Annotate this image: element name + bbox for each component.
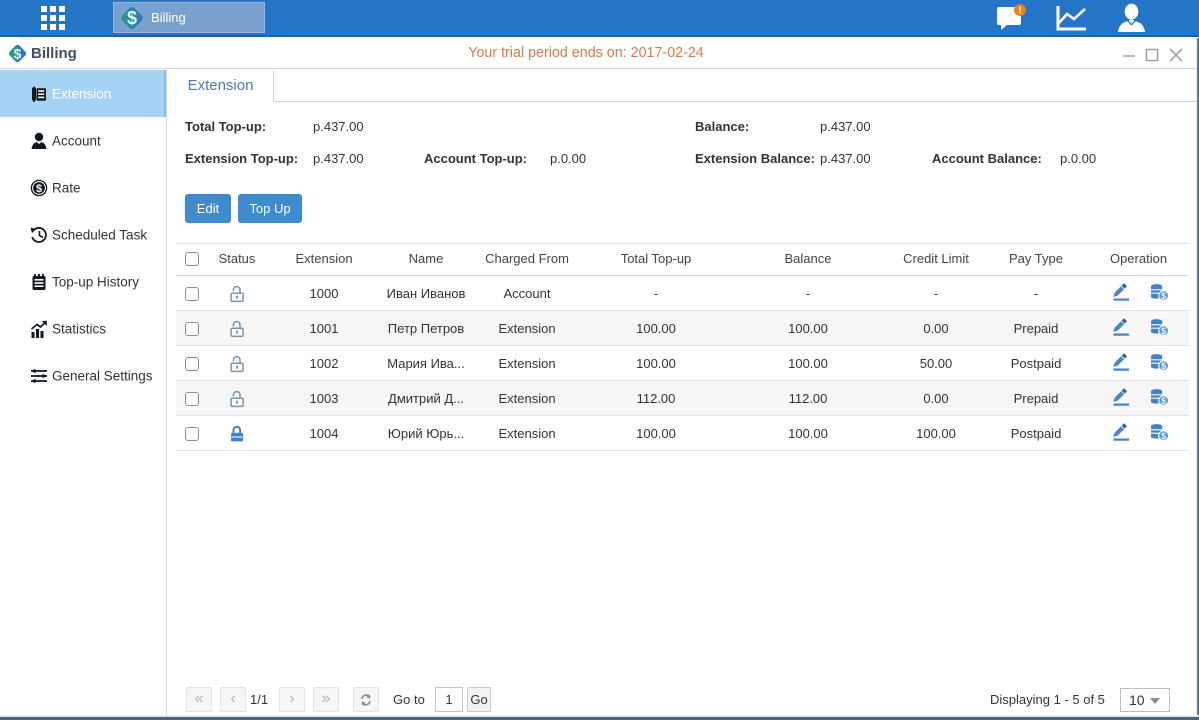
svg-text:$: $ (1161, 291, 1166, 301)
svg-text:$: $ (1161, 361, 1166, 371)
svg-text:$: $ (1161, 396, 1166, 406)
svg-text:$: $ (36, 183, 42, 195)
svg-text:!: ! (1018, 6, 1021, 17)
svg-text:$: $ (127, 8, 137, 28)
svg-text:$: $ (1161, 326, 1166, 336)
svg-text:$: $ (1161, 431, 1166, 441)
